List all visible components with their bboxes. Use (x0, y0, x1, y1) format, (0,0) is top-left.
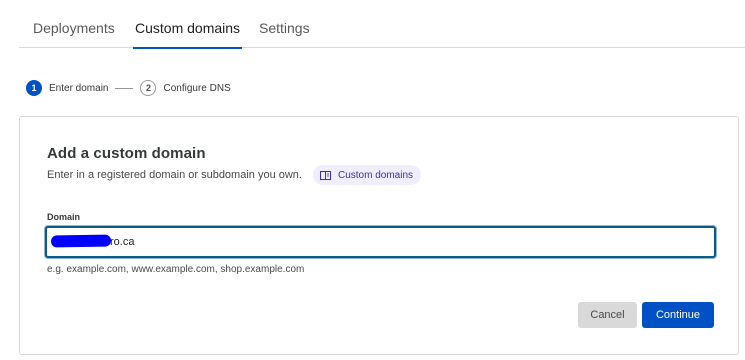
tab-settings[interactable]: Settings (259, 0, 310, 48)
continue-button[interactable]: Continue (642, 302, 714, 328)
doc-link-label: Custom domains (338, 169, 414, 181)
add-domain-card: Add a custom domain Enter in a registere… (19, 116, 739, 355)
tab-custom-domains[interactable]: Custom domains (132, 0, 243, 49)
step-1-badge: 1 (26, 80, 42, 96)
stepper: 1 Enter domain 2 Configure DNS (26, 80, 231, 96)
step-2-badge: 2 (140, 80, 157, 96)
tab-bar: Deployments Custom domains Settings (19, 0, 745, 49)
domain-field-label: Domain (47, 212, 81, 222)
cancel-button[interactable]: Cancel (578, 302, 637, 328)
card-subtitle: Enter in a registered domain or subdomai… (47, 169, 302, 181)
custom-domains-doc-link[interactable]: Custom domains (313, 165, 422, 185)
card-title: Add a custom domain (47, 145, 206, 162)
step-1-label: Enter domain (49, 82, 109, 94)
step-2-label: Configure DNS (163, 82, 231, 94)
redaction-scribble (50, 234, 112, 248)
book-icon (320, 170, 331, 180)
domain-hint: e.g. example.com, www.example.com, shop.… (47, 264, 305, 275)
domain-input[interactable] (45, 226, 716, 258)
tab-deployments[interactable]: Deployments (33, 0, 115, 48)
step-connector (115, 87, 134, 89)
